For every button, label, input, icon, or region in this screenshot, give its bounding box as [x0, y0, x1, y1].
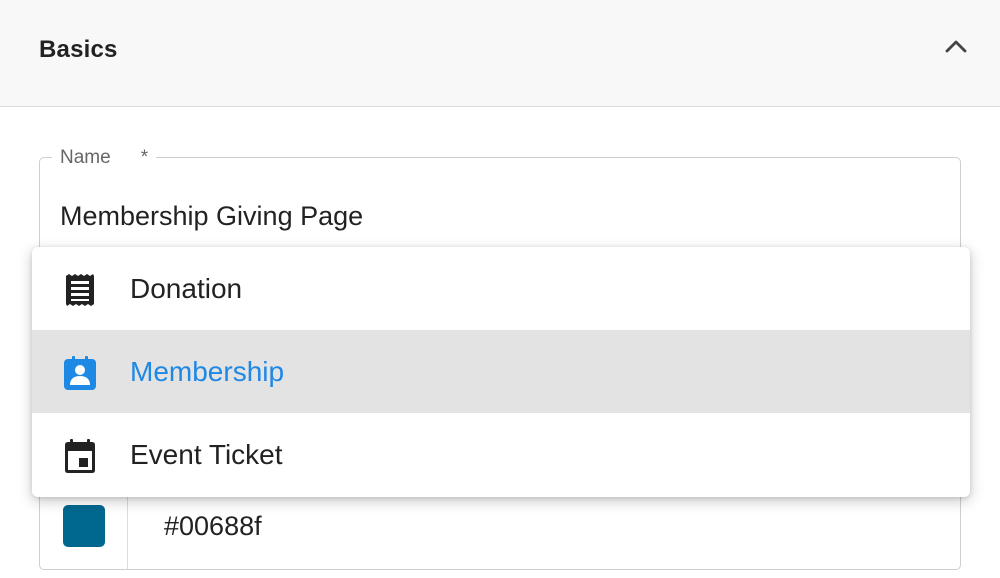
- color-input-value[interactable]: #00688f: [164, 511, 262, 542]
- member-badge-icon: [64, 356, 96, 390]
- chevron-up-icon: [945, 40, 967, 53]
- menu-item-membership[interactable]: Membership: [32, 330, 970, 413]
- section-header[interactable]: Basics: [0, 0, 1000, 107]
- section-title: Basics: [39, 36, 118, 63]
- menu-item-label: Donation: [130, 273, 243, 304]
- page-type-menu: Donation Membership Event Ticket: [32, 247, 970, 497]
- name-field-label-group: Name *: [52, 147, 157, 168]
- receipt-icon: [66, 274, 94, 306]
- collapse-button[interactable]: [936, 28, 976, 64]
- calendar-event-icon: [65, 439, 95, 473]
- color-swatch[interactable]: [63, 505, 105, 547]
- required-marker: *: [140, 147, 149, 168]
- menu-item-donation[interactable]: Donation: [32, 247, 970, 330]
- menu-item-label: Membership: [130, 356, 285, 387]
- menu-item-event-ticket[interactable]: Event Ticket: [32, 413, 970, 496]
- name-input-value[interactable]: Membership Giving Page: [60, 201, 363, 232]
- name-field-label: Name: [60, 147, 111, 168]
- menu-item-label: Event Ticket: [130, 439, 283, 470]
